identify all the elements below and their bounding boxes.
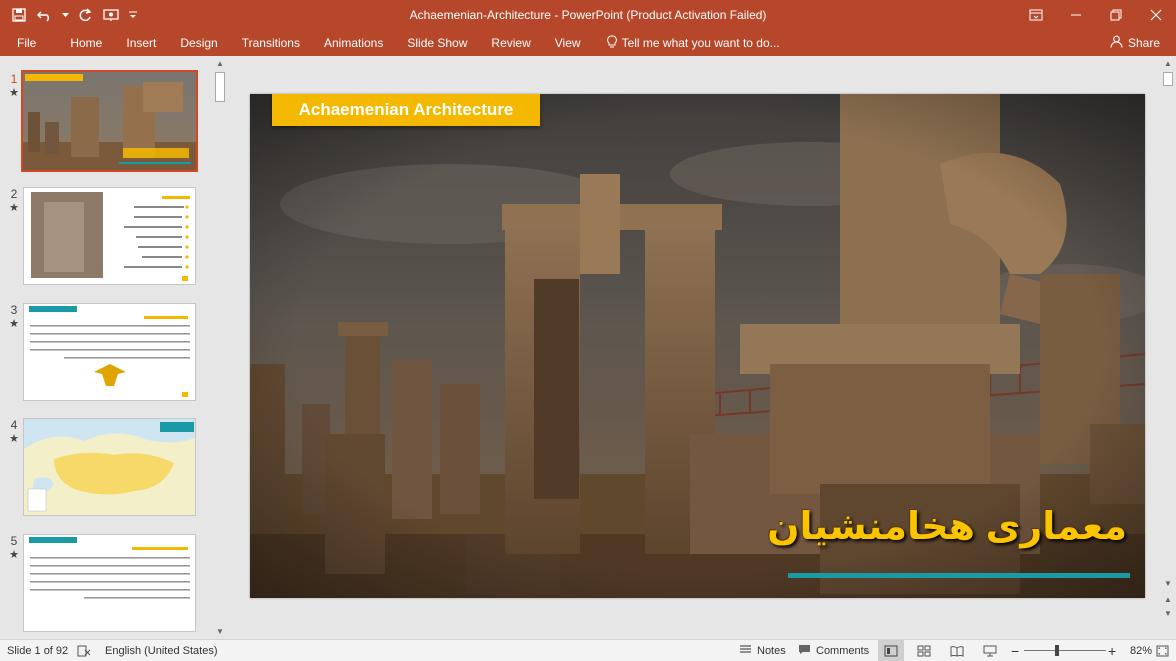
- slide-editor: Achaemenian Architecture معماری هخامنشیا…: [230, 56, 1176, 639]
- save-icon[interactable]: [8, 4, 30, 26]
- slide-counter: Slide 1 of 92: [7, 645, 68, 657]
- slide-number: 4: [10, 418, 18, 432]
- animation-star-icon: ★: [9, 433, 19, 445]
- notes-button[interactable]: Notes: [739, 644, 786, 657]
- slide-counter-text: Slide 1 of 92: [7, 644, 69, 657]
- language-indicator[interactable]: English (United States): [105, 645, 218, 657]
- tab-file[interactable]: File: [0, 30, 58, 56]
- zoom-level[interactable]: 82%: [1130, 645, 1152, 657]
- slide-show-view-icon[interactable]: [977, 640, 1003, 661]
- comments-label: Comments: [816, 644, 870, 657]
- slide-number: 3: [10, 303, 18, 317]
- notes-icon: [739, 644, 752, 657]
- slide-thumbnails-pane: 1 ★ 2 ★ 3 ★ 4 ★ 5 ★ ▲ ▼: [0, 56, 230, 639]
- zoom-out-button[interactable]: −: [1011, 643, 1019, 659]
- tab-review[interactable]: Review: [479, 30, 542, 56]
- zoom-level-text: 82%: [1130, 644, 1153, 657]
- ribbon-display-options-icon[interactable]: [1016, 0, 1056, 30]
- slide-number: 1: [10, 72, 18, 86]
- tab-slide-show[interactable]: Slide Show: [395, 30, 479, 56]
- next-slide-icon[interactable]: ▼: [1164, 609, 1172, 618]
- thumbnail-slide-3[interactable]: 3 ★: [0, 303, 212, 407]
- slide-persian-title[interactable]: معماری هخامنشیان: [767, 504, 1127, 549]
- start-from-beginning-icon[interactable]: [100, 4, 122, 26]
- title-bar: Achaemenian-Architecture - PowerPoint (P…: [0, 0, 1176, 30]
- scroll-down-arrow-icon[interactable]: ▼: [1164, 579, 1172, 588]
- scroll-down-arrow-icon[interactable]: ▼: [216, 627, 224, 636]
- ribbon-tabs: File Home Insert Design Transitions Anim…: [0, 30, 1176, 56]
- tab-design[interactable]: Design: [168, 30, 229, 56]
- share-label: Share: [1127, 36, 1160, 50]
- comments-button[interactable]: Comments: [798, 644, 869, 658]
- fit-slide-icon[interactable]: [1156, 645, 1169, 657]
- redo-icon[interactable]: [74, 4, 96, 26]
- previous-slide-icon[interactable]: ▲: [1164, 595, 1172, 604]
- zoom-slider[interactable]: [1024, 640, 1106, 661]
- tab-view[interactable]: View: [543, 30, 593, 56]
- thumbnail-slide-4[interactable]: 4 ★: [0, 418, 212, 522]
- tell-me-box[interactable]: Tell me what you want to do...: [593, 30, 780, 56]
- thumbnail-preview: [23, 418, 196, 516]
- slide-sorter-view-icon[interactable]: [911, 640, 937, 661]
- thumbnails-scrollbar[interactable]: ▲ ▼: [212, 56, 228, 639]
- scroll-up-arrow-icon[interactable]: ▲: [216, 59, 224, 68]
- zoom-slider-track: [1024, 649, 1106, 651]
- slide-title-box[interactable]: Achaemenian Architecture: [272, 94, 540, 126]
- lightbulb-icon: [606, 35, 617, 51]
- spelling-check-icon[interactable]: [77, 645, 91, 657]
- thumbnail-preview: [21, 70, 198, 172]
- undo-dropdown-icon[interactable]: [60, 4, 70, 26]
- quick-access-toolbar: [0, 0, 140, 30]
- thumbnail-preview: [23, 187, 196, 285]
- undo-icon[interactable]: [34, 4, 56, 26]
- share-button[interactable]: Share: [1110, 30, 1160, 56]
- tab-animations[interactable]: Animations: [312, 30, 395, 56]
- restore-icon[interactable]: [1096, 0, 1136, 30]
- window-title: Achaemenian-Architecture - PowerPoint (P…: [409, 8, 767, 22]
- slide-accent-line: [788, 573, 1130, 578]
- scrollbar-thumb[interactable]: [215, 72, 225, 102]
- minimize-icon[interactable]: [1056, 0, 1096, 30]
- comment-icon: [798, 644, 811, 658]
- tab-insert[interactable]: Insert: [114, 30, 168, 56]
- notes-label: Notes: [757, 644, 786, 657]
- person-icon: [1110, 35, 1123, 51]
- reading-view-icon[interactable]: [944, 640, 970, 661]
- tab-transitions[interactable]: Transitions: [230, 30, 312, 56]
- zoom-in-button[interactable]: +: [1108, 643, 1116, 659]
- thumbnail-preview: [23, 303, 196, 401]
- tell-me-text: Tell me what you want to do...: [621, 36, 780, 50]
- animation-star-icon: ★: [9, 318, 19, 330]
- scrollbar-thumb[interactable]: [1163, 72, 1173, 86]
- animation-star-icon: ★: [9, 202, 19, 214]
- thumbnail-slide-5[interactable]: 5 ★: [0, 534, 212, 638]
- slide-number: 5: [10, 534, 18, 548]
- current-slide[interactable]: Achaemenian Architecture معماری هخامنشیا…: [250, 94, 1145, 598]
- scroll-up-arrow-icon[interactable]: ▲: [1164, 59, 1172, 68]
- animation-star-icon: ★: [9, 549, 19, 561]
- normal-view-icon[interactable]: [878, 639, 904, 661]
- slide-scrollbar[interactable]: ▲ ▼ ▲ ▼: [1160, 56, 1176, 639]
- thumbnail-slide-1[interactable]: 1 ★: [0, 70, 212, 176]
- tab-home[interactable]: Home: [58, 30, 114, 56]
- thumbnail-slide-2[interactable]: 2 ★: [0, 187, 212, 291]
- customize-icon[interactable]: [126, 4, 140, 26]
- language-text: English (United States): [105, 644, 218, 657]
- window-controls: [1016, 0, 1176, 30]
- thumbnail-preview: [23, 534, 196, 632]
- animation-star-icon: ★: [9, 87, 19, 99]
- slide-number: 2: [10, 187, 18, 201]
- close-icon[interactable]: [1136, 0, 1176, 30]
- status-bar: Slide 1 of 92 English (United States) No…: [0, 639, 1176, 661]
- zoom-slider-knob[interactable]: [1055, 644, 1059, 656]
